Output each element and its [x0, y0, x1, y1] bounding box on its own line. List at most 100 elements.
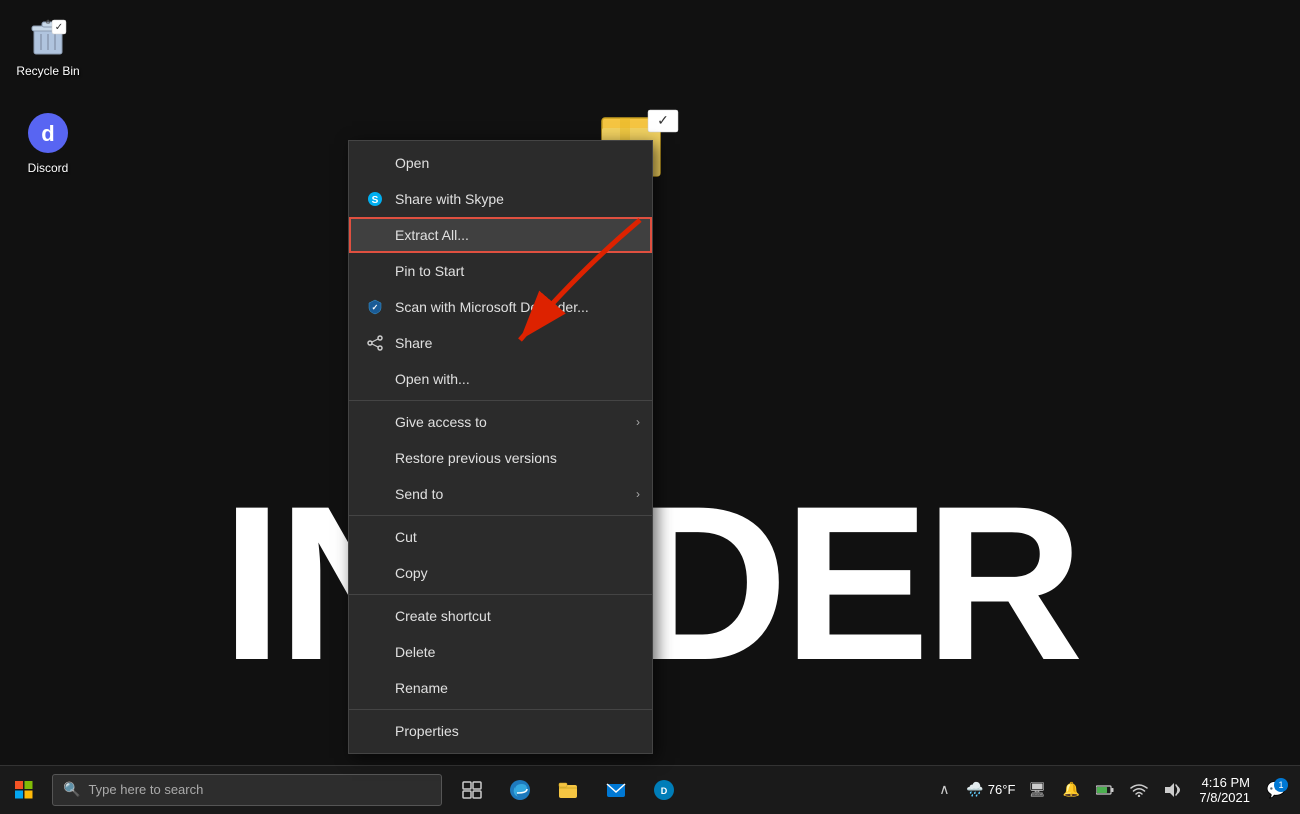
menu-item-open[interactable]: Open — [349, 145, 652, 181]
menu-item-scan-defender[interactable]: ✓ Scan with Microsoft Defender... — [349, 289, 652, 325]
menu-item-cut-label: Cut — [395, 529, 417, 545]
svg-text:S: S — [372, 195, 379, 206]
svg-text:✓: ✓ — [657, 112, 669, 128]
battery-icon — [1096, 784, 1114, 796]
task-view-icon — [462, 781, 482, 799]
share-svg — [367, 335, 383, 351]
menu-item-rename[interactable]: Rename — [349, 670, 652, 706]
search-icon: 🔍 — [63, 781, 80, 798]
desktop-icon-discord[interactable]: d Discord — [8, 105, 88, 179]
discord-svg: d — [26, 111, 70, 155]
notification-badge: 1 — [1274, 778, 1288, 792]
defender-icon: ✓ — [365, 297, 385, 317]
menu-item-share[interactable]: Share — [349, 325, 652, 361]
mail-icon — [605, 779, 627, 801]
menu-item-restore-versions[interactable]: Restore previous versions — [349, 440, 652, 476]
menu-item-extract-all-label: Extract All... — [395, 227, 469, 243]
file-explorer-icon — [557, 779, 579, 801]
screen-rotation-button[interactable]: 🖥 — [1021, 774, 1053, 806]
menu-separator-2 — [349, 515, 652, 516]
send-to-icon — [365, 484, 385, 504]
menu-item-create-shortcut-label: Create shortcut — [395, 608, 491, 624]
menu-item-create-shortcut[interactable]: Create shortcut — [349, 598, 652, 634]
share-icon — [365, 333, 385, 353]
taskbar: 🔍 Type here to search — [0, 765, 1300, 813]
desktop: INSIDER ♻ ✓ Recycle Bin — [0, 0, 1300, 813]
menu-item-delete-label: Delete — [395, 644, 435, 660]
menu-separator-1 — [349, 400, 652, 401]
menu-item-pin-to-start[interactable]: Pin to Start — [349, 253, 652, 289]
file-explorer-button[interactable] — [546, 768, 590, 812]
menu-item-send-to-label: Send to — [395, 486, 443, 502]
cut-icon — [365, 527, 385, 547]
recycle-bin-icon: ♻ ✓ — [24, 12, 72, 60]
screen-icon: 🖥 — [1029, 781, 1047, 798]
notification-center-button[interactable]: 💬 1 — [1260, 774, 1292, 806]
dell-button[interactable]: D — [642, 768, 686, 812]
edge-browser-button[interactable] — [498, 768, 542, 812]
menu-item-restore-label: Restore previous versions — [395, 450, 557, 466]
menu-item-open-label: Open — [395, 155, 429, 171]
send-to-arrow: › — [636, 487, 640, 501]
start-button[interactable] — [0, 766, 48, 814]
svg-text:d: d — [41, 121, 54, 146]
menu-item-give-access[interactable]: Give access to › — [349, 404, 652, 440]
menu-item-pin-label: Pin to Start — [395, 263, 464, 279]
give-access-icon — [365, 412, 385, 432]
menu-item-cut[interactable]: Cut — [349, 519, 652, 555]
volume-control[interactable] — [1157, 774, 1189, 806]
extract-icon — [365, 225, 385, 245]
svg-text:✓: ✓ — [55, 22, 63, 33]
menu-item-properties[interactable]: Properties — [349, 713, 652, 749]
skype-icon: S — [365, 189, 385, 209]
defender-svg: ✓ — [367, 299, 383, 315]
wifi-icon — [1130, 783, 1148, 797]
weather-icon: 🌧️ — [966, 781, 983, 798]
menu-separator-3 — [349, 594, 652, 595]
mail-button[interactable] — [594, 768, 638, 812]
menu-item-open-with-label: Open with... — [395, 371, 470, 387]
windows-logo-icon — [15, 781, 33, 799]
menu-item-share-skype[interactable]: S Share with Skype — [349, 181, 652, 217]
weather-widget[interactable]: 🌧️ 76°F — [962, 774, 1019, 806]
rename-icon — [365, 678, 385, 698]
menu-item-copy[interactable]: Copy — [349, 555, 652, 591]
properties-icon — [365, 721, 385, 741]
clock-date: 7/8/2021 — [1199, 790, 1250, 805]
menu-item-extract-all[interactable]: Extract All... — [349, 217, 652, 253]
menu-item-send-to[interactable]: Send to › — [349, 476, 652, 512]
show-hidden-icons-button[interactable]: ∧ — [928, 774, 960, 806]
discord-icon: d — [24, 109, 72, 157]
menu-item-delete[interactable]: Delete — [349, 634, 652, 670]
menu-item-share-skype-label: Share with Skype — [395, 191, 504, 207]
chevron-up-icon: ∧ — [939, 781, 949, 798]
taskbar-search-box[interactable]: 🔍 Type here to search — [52, 774, 442, 806]
svg-text:♻: ♻ — [45, 19, 50, 26]
desktop-icon-recycle-bin[interactable]: ♻ ✓ Recycle Bin — [8, 8, 88, 82]
dell-icon: D — [653, 779, 675, 801]
menu-item-copy-label: Copy — [395, 565, 428, 581]
menu-item-give-access-label: Give access to — [395, 414, 487, 430]
edge-icon — [509, 779, 531, 801]
delete-icon — [365, 642, 385, 662]
menu-item-rename-label: Rename — [395, 680, 448, 696]
clock-time: 4:16 PM — [1202, 775, 1250, 790]
give-access-arrow: › — [636, 415, 640, 429]
taskbar-middle-buttons: D — [450, 768, 686, 812]
volume-icon — [1164, 782, 1182, 798]
menu-item-open-with[interactable]: Open with... — [349, 361, 652, 397]
copy-icon — [365, 563, 385, 583]
action-center-button[interactable]: 🔔 — [1055, 774, 1087, 806]
wifi-status[interactable] — [1123, 774, 1155, 806]
context-menu: Open S Share with Skype Extract All... P… — [348, 140, 653, 754]
open-with-icon — [365, 369, 385, 389]
svg-text:✓: ✓ — [372, 303, 379, 312]
open-icon — [365, 153, 385, 173]
menu-item-properties-label: Properties — [395, 723, 459, 739]
menu-separator-4 — [349, 709, 652, 710]
battery-status[interactable] — [1089, 774, 1121, 806]
discord-label: Discord — [28, 161, 69, 175]
system-clock[interactable]: 4:16 PM 7/8/2021 — [1191, 766, 1258, 814]
task-view-button[interactable] — [450, 768, 494, 812]
shortcut-icon — [365, 606, 385, 626]
